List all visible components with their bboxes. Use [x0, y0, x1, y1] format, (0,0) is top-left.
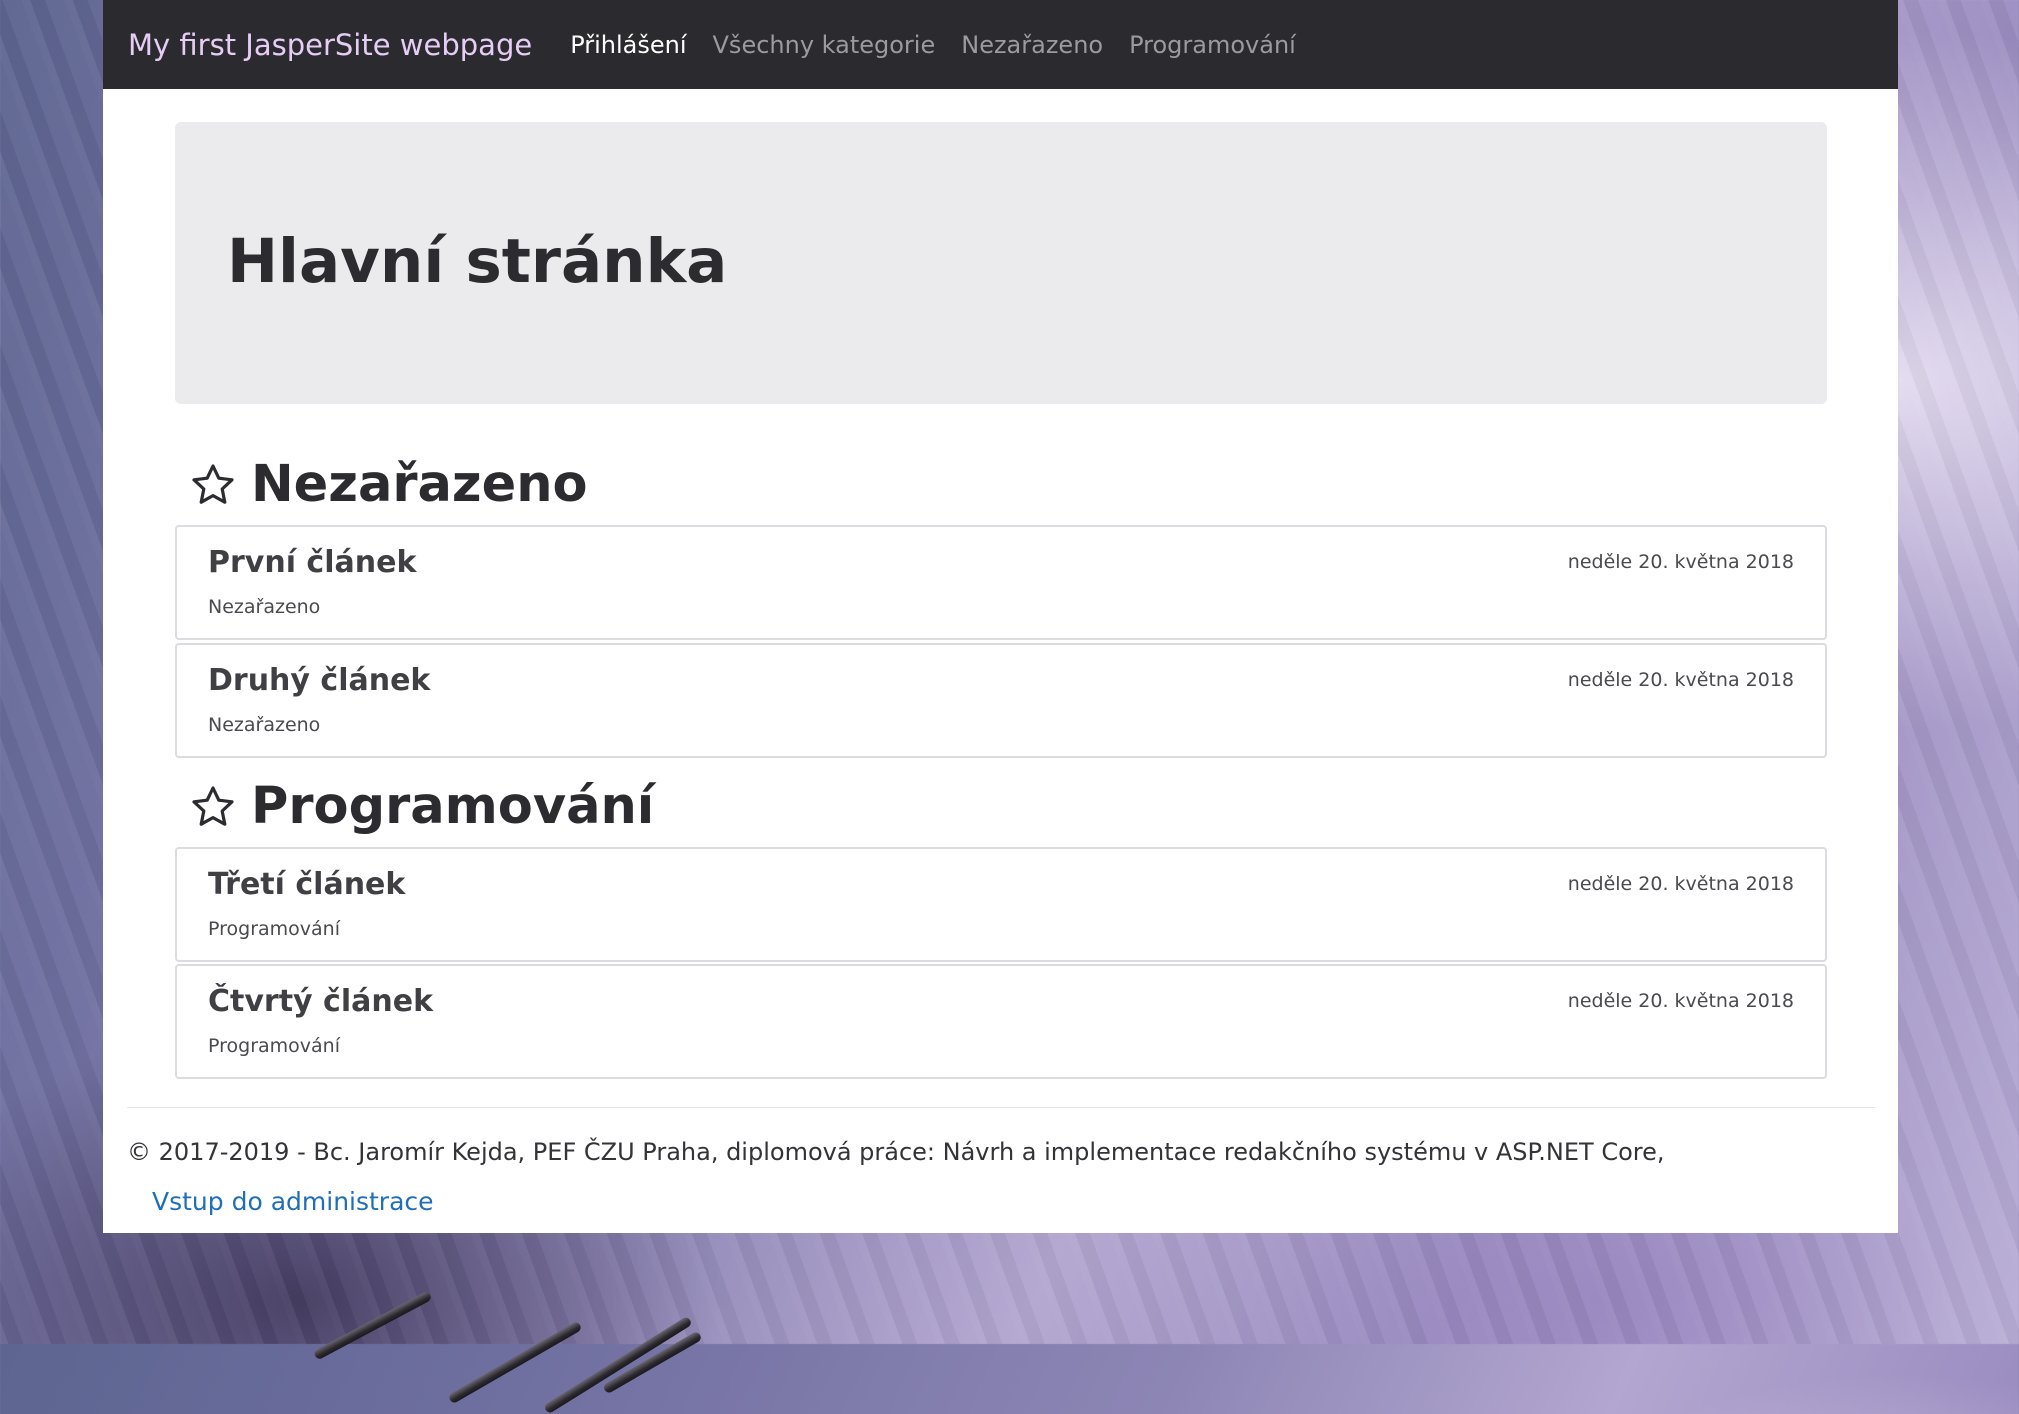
- footer-copyright: © 2017-2019 - Bc. Jaromír Kejda, PEF ČZU…: [127, 1138, 1665, 1166]
- footer-divider: [127, 1107, 1875, 1108]
- section-title-programming: Programování: [189, 777, 654, 836]
- article-category: Nezařazeno: [208, 714, 321, 736]
- section-title-text: Nezařazeno: [251, 455, 588, 514]
- brand-link[interactable]: My first JasperSite webpage: [128, 28, 532, 62]
- nav-link-all-categories[interactable]: Všechny kategorie: [713, 31, 936, 59]
- nav-link-uncategorized[interactable]: Nezařazeno: [961, 31, 1103, 59]
- article-card[interactable]: Čtvrtý článek Programování neděle 20. kv…: [175, 964, 1827, 1079]
- article-date: neděle 20. května 2018: [1567, 551, 1794, 573]
- jumbotron: Hlavní stránka: [175, 122, 1827, 404]
- article-date: neděle 20. května 2018: [1567, 873, 1794, 895]
- nav-link-programming[interactable]: Programování: [1129, 31, 1296, 59]
- star-outline-icon: [192, 785, 234, 826]
- background-rod: [312, 1290, 433, 1361]
- article-title[interactable]: Třetí článek: [208, 867, 405, 902]
- admin-link[interactable]: Vstup do administrace: [152, 1187, 434, 1216]
- article-category: Programování: [208, 918, 340, 940]
- article-date: neděle 20. května 2018: [1567, 669, 1794, 691]
- navbar: My first JasperSite webpage Přihlášení V…: [103, 0, 1898, 89]
- article-category: Programování: [208, 1035, 340, 1057]
- page-title: Hlavní stránka: [227, 226, 728, 297]
- page: My first JasperSite webpage Přihlášení V…: [103, 0, 1898, 1233]
- article-card[interactable]: Třetí článek Programování neděle 20. kvě…: [175, 847, 1827, 962]
- section-title-uncategorized: Nezařazeno: [189, 455, 588, 514]
- background-rod: [447, 1320, 583, 1405]
- star-outline-icon: [192, 463, 234, 504]
- article-date: neděle 20. května 2018: [1567, 990, 1794, 1012]
- article-title[interactable]: Druhý článek: [208, 663, 430, 698]
- section-title-text: Programování: [251, 777, 655, 836]
- article-card[interactable]: Druhý článek Nezařazeno neděle 20. květn…: [175, 643, 1827, 758]
- article-title[interactable]: Čtvrtý článek: [208, 984, 433, 1019]
- article-category: Nezařazeno: [208, 596, 321, 618]
- article-card[interactable]: První článek Nezařazeno neděle 20. květn…: [175, 525, 1827, 640]
- article-title[interactable]: První článek: [208, 545, 416, 580]
- nav-link-login[interactable]: Přihlášení: [570, 31, 686, 59]
